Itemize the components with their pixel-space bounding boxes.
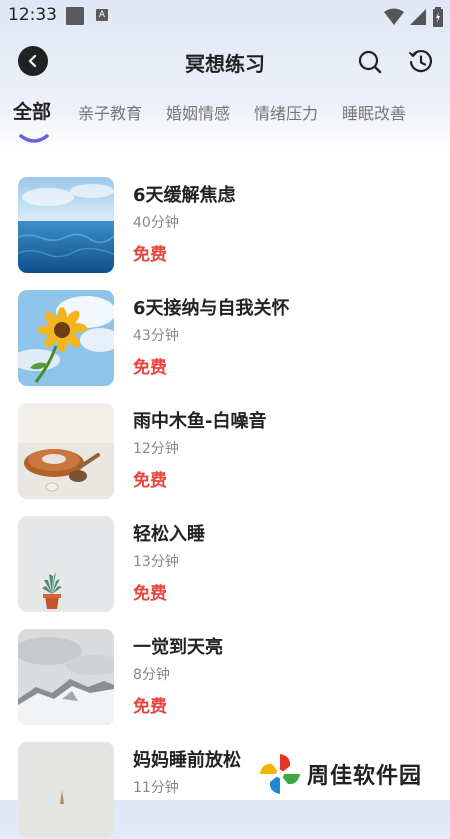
notification-letter-icon: A [96, 9, 108, 21]
notification-square-icon [66, 7, 84, 25]
signal-icon [409, 8, 426, 25]
back-button[interactable] [18, 46, 48, 76]
thumbnail-succulent [18, 516, 114, 612]
status-bar: 12:33 A [0, 0, 450, 32]
item-price: 免费 [133, 584, 167, 604]
battery-icon [433, 6, 443, 27]
wifi-icon [383, 8, 404, 25]
tab-active-indicator [19, 134, 49, 143]
tab-marriage[interactable]: 婚姻情感 [166, 100, 230, 124]
list-item[interactable]: 6天接纳与自我关怀 43分钟 免费 [0, 287, 450, 387]
list-item[interactable]: 轻松入睡 13分钟 免费 [0, 513, 450, 613]
status-icons [383, 6, 444, 27]
thumbnail-snowy-mountain [18, 629, 114, 725]
search-icon [358, 50, 382, 74]
item-duration: 8分钟 [133, 667, 170, 683]
tab-parenting[interactable]: 亲子教育 [78, 100, 142, 124]
thumbnail-sunflower [18, 290, 114, 386]
watermark: 周佳软件园 [255, 752, 450, 796]
search-button[interactable] [357, 49, 383, 75]
list-item[interactable]: 一觉到天亮 8分钟 免费 [0, 626, 450, 726]
item-title: 雨中木鱼-白噪音 [133, 411, 267, 432]
tab-all[interactable]: 全部 [13, 97, 51, 124]
history-clock-icon [409, 49, 433, 73]
history-button[interactable] [408, 49, 434, 75]
tab-sleep[interactable]: 睡眠改善 [342, 100, 406, 124]
item-title: 妈妈睡前放松 [133, 750, 241, 771]
item-duration: 12分钟 [133, 441, 179, 457]
item-title: 6天接纳与自我关怀 [133, 298, 290, 319]
item-price: 免费 [133, 358, 167, 378]
item-duration: 43分钟 [133, 328, 179, 344]
item-price: 免费 [133, 471, 167, 491]
thumbnail-wooden-fish [18, 403, 114, 499]
header: 冥想练习 [0, 40, 450, 86]
list-item[interactable]: 雨中木鱼-白噪音 12分钟 免费 [0, 400, 450, 500]
watermark-text: 周佳软件园 [307, 764, 423, 789]
item-duration: 11分钟 [133, 780, 179, 796]
item-price: 免费 [133, 245, 167, 265]
item-duration: 13分钟 [133, 554, 179, 570]
thumbnail-light-wall [18, 742, 114, 838]
list-item[interactable]: 6天缓解焦虑 40分钟 免费 [0, 174, 450, 274]
back-arrow-icon [28, 54, 37, 68]
item-duration: 40分钟 [133, 215, 179, 231]
pinwheel-logo-icon [260, 754, 300, 794]
item-price: 免费 [133, 697, 167, 717]
tab-emotion-stress[interactable]: 情绪压力 [254, 100, 318, 124]
status-time: 12:33 [8, 5, 57, 25]
item-title: 一觉到天亮 [133, 637, 223, 658]
item-title: 轻松入睡 [133, 524, 205, 545]
item-title: 6天缓解焦虑 [133, 185, 236, 206]
category-tabs: 全部 亲子教育 婚姻情感 情绪压力 睡眠改善 [0, 100, 450, 150]
thumbnail-ocean [18, 177, 114, 273]
